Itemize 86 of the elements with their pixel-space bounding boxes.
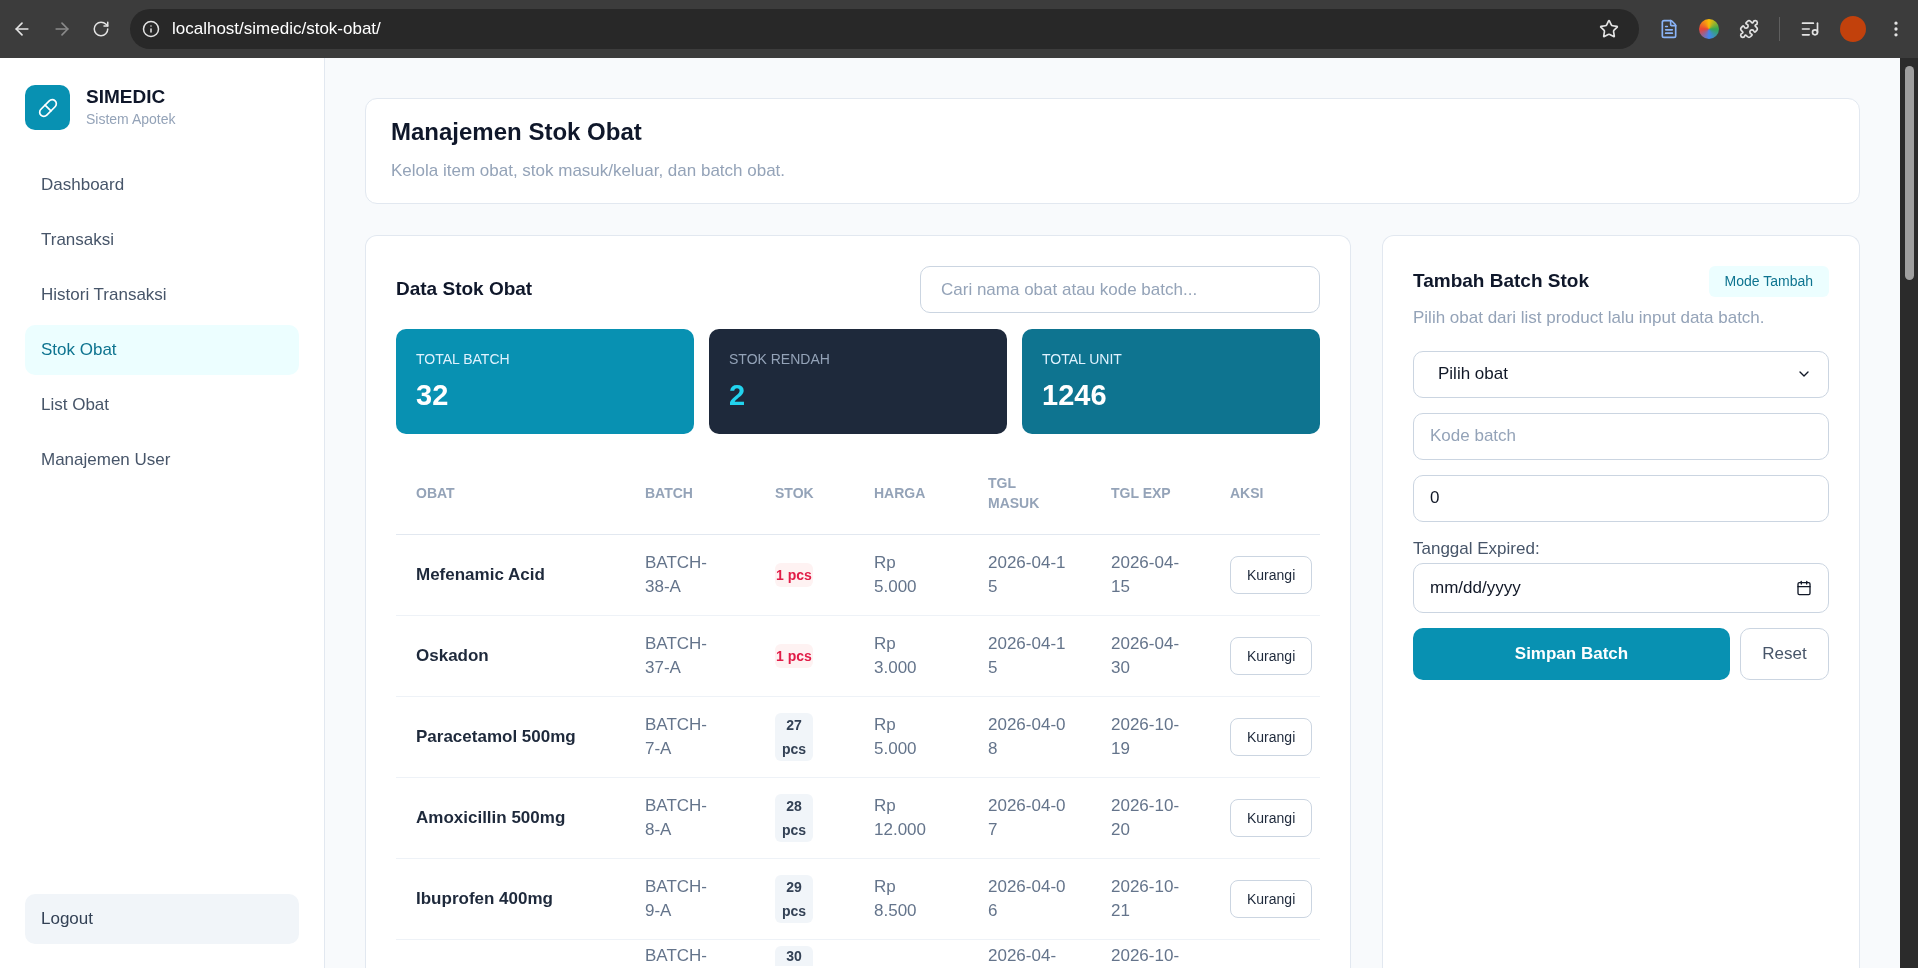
logout-button[interactable]: Logout (25, 894, 299, 944)
price-text: Rp 12.000 (874, 795, 927, 841)
stat-label: TOTAL UNIT (1042, 350, 1123, 369)
sidebar-item[interactable]: Histori Transaksi (25, 270, 299, 320)
extensions-icon[interactable] (1739, 19, 1759, 39)
search-field[interactable]: Cari nama obat atau kode batch... (920, 266, 1320, 313)
price-text: Rp 5.000 (874, 714, 918, 760)
playlist-icon[interactable] (1800, 19, 1820, 39)
kurangi-button[interactable]: Kurangi (1230, 799, 1313, 837)
batch-code: BATCH- (645, 945, 708, 967)
expiry-date: 2026-10-21 (1111, 876, 1181, 922)
date-in: 2026-04-08 (988, 714, 1067, 760)
batch-code: BATCH-38-A (645, 552, 708, 598)
expiry-label: Tanggal Expired: (1413, 537, 1541, 560)
stat-value: 32 (416, 378, 450, 413)
save-batch-button[interactable]: Simpan Batch (1413, 628, 1730, 680)
brand-name: SIMEDIC (86, 85, 167, 109)
kurangi-button[interactable]: Kurangi (1230, 880, 1313, 918)
price-text: Rp 5.000 (874, 552, 918, 598)
date-in: 2026-04-07 (988, 795, 1067, 841)
column-header: STOK (775, 484, 815, 503)
stock-badge: 1 pcs (775, 563, 813, 587)
medicine-name: Mefenamic Acid (415, 564, 546, 587)
column-header: AKSI (1230, 484, 1265, 503)
form-subtitle: Pilih obat dari list product lalu input data batch. (1413, 307, 1766, 329)
column-header: BATCH (645, 484, 694, 503)
date-in: 2026-04-15 (988, 633, 1067, 679)
price-text: Rp 8.500 (874, 876, 918, 922)
sidebar-item[interactable]: List Obat (25, 380, 299, 430)
medicine-select[interactable]: Pilih obat (1413, 350, 1829, 398)
batch-code: BATCH-9-A (645, 876, 708, 922)
stock-badge: 30 (775, 946, 813, 966)
sidebar-item[interactable]: Dashboard (25, 160, 299, 210)
stat-label: STOK RENDAH (729, 350, 831, 369)
pill-icon (37, 97, 58, 118)
price-text: Rp 3.000 (874, 633, 918, 679)
stat-value: 1246 (1042, 378, 1108, 413)
url-text: localhost/simedic/stok-obat/ (172, 18, 382, 41)
brand-subtitle: Sistem Apotek (86, 110, 176, 129)
date-in: 2026-04-06 (988, 876, 1067, 922)
stock-badge: 29 pcs (775, 875, 813, 923)
scrollbar[interactable] (1900, 58, 1918, 968)
batch-code: BATCH-7-A (645, 714, 708, 760)
expiry-date: 2026-10-20 (1111, 795, 1181, 841)
address-bar[interactable]: localhost/simedic/stok-obat/ (130, 9, 1639, 49)
reset-button[interactable]: Reset (1740, 628, 1829, 680)
stat-value: 2 (729, 378, 747, 413)
expiry-date: 2026-10-19 (1111, 714, 1181, 760)
reload-icon[interactable] (92, 20, 110, 38)
document-icon[interactable] (1659, 19, 1679, 39)
sidebar-item[interactable]: Stok Obat (25, 325, 299, 375)
expiry-date: 2026-04-30 (1111, 633, 1181, 679)
page-subtitle: Kelola item obat, stok masuk/keluar, dan batch obat. (391, 160, 787, 183)
column-header: TGL EXP (1111, 484, 1172, 503)
quantity-field[interactable]: 0 (1413, 474, 1829, 522)
bookmark-star-icon[interactable] (1599, 19, 1619, 39)
kurangi-button[interactable]: Kurangi (1230, 556, 1313, 594)
page-title: Manajemen Stok Obat (391, 118, 643, 147)
expiry-date: 2026-04-15 (1111, 552, 1181, 598)
stock-badge: 27 pcs (775, 713, 813, 761)
date-in: 2026-04-15 (988, 552, 1067, 598)
expiry-date: 2026-10- (1111, 945, 1181, 967)
kurangi-button[interactable]: Kurangi (1230, 718, 1313, 756)
batch-code: BATCH-37-A (645, 633, 708, 679)
expiry-date-field[interactable]: mm/dd/yyyy (1413, 563, 1829, 613)
sidebar-item[interactable]: Manajemen User (25, 435, 299, 485)
mode-badge: Mode Tambah (1708, 266, 1829, 297)
date-in: 2026-04- (988, 945, 1058, 967)
sidebar-item[interactable]: Transaksi (25, 215, 299, 265)
stock-badge: 1 pcs (775, 644, 813, 668)
kurangi-button[interactable]: Kurangi (1230, 637, 1313, 675)
stat-label: TOTAL BATCH (416, 350, 511, 369)
calendar-icon[interactable] (1796, 580, 1812, 596)
form-title: Tambah Batch Stok (1413, 269, 1589, 294)
column-header: HARGA (874, 484, 927, 503)
medicine-name: Ibuprofen 400mg (415, 888, 554, 911)
column-header: TGL MASUK (988, 474, 1041, 513)
medicine-name: Oskadon (415, 645, 490, 668)
medicine-name: Paracetamol 500mg (415, 726, 577, 749)
stock-badge: 28 pcs (775, 794, 813, 842)
batch-code-field[interactable]: Kode batch (1413, 412, 1829, 460)
medicine-name: Amoxicillin 500mg (415, 807, 567, 830)
section-title: Data Stok Obat (396, 277, 533, 302)
batch-code: BATCH-8-A (645, 795, 708, 841)
column-header: OBAT (415, 484, 456, 503)
info-icon[interactable] (142, 20, 160, 38)
